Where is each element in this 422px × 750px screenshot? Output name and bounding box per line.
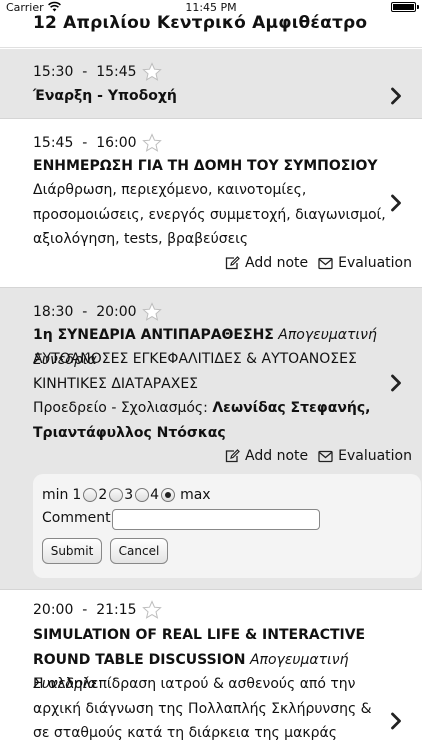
evaluation-form: min 1 2 3 4 max Comment: Submit Cancel	[33, 474, 421, 578]
comment-input[interactable]	[112, 509, 320, 530]
battery-icon	[391, 2, 419, 12]
session-time-row: 18:30 - 20:00	[33, 302, 162, 322]
header: 12 Απριλίου Κεντρικό Αμφιθέατρο	[0, 13, 422, 48]
session-item[interactable]: 15:30 - 15:45 Έναρξη - Υποδοχή	[0, 49, 422, 119]
edit-note-icon	[225, 449, 240, 463]
rating-min-label: min	[42, 487, 69, 503]
rating-option-2-label: 2	[98, 487, 108, 503]
evaluation-label: Evaluation	[338, 448, 412, 464]
rating-option-3-label: 3	[124, 487, 134, 503]
star-outline-icon[interactable]	[141, 62, 162, 82]
add-note-label: Add note	[245, 255, 309, 271]
status-bar: Carrier 11:45 PM	[0, 0, 422, 14]
edit-note-icon	[225, 256, 240, 270]
envelope-icon	[318, 450, 333, 462]
rating-radio-4[interactable]	[161, 488, 176, 502]
add-note-label: Add note	[245, 448, 309, 464]
cancel-button[interactable]: Cancel	[110, 538, 168, 564]
evaluation-button[interactable]: Evaluation	[318, 448, 412, 464]
session-time: 15:30 - 15:45	[33, 64, 137, 80]
session-time-row: 20:00 - 21:15	[33, 600, 162, 620]
rating-radio-2[interactable]	[109, 488, 124, 502]
session-time: 18:30 - 20:00	[33, 304, 137, 320]
session-chairs: Προεδρείο - Σχολιασμός: Λεωνίδας Στεφανή…	[33, 396, 392, 445]
session-time-row: 15:30 - 15:45	[33, 62, 162, 82]
rating-option-1-label: 1	[72, 487, 82, 503]
comment-label: Comment:	[42, 510, 116, 526]
submit-button[interactable]: Submit	[42, 538, 102, 564]
star-outline-icon[interactable]	[141, 600, 162, 620]
session-item[interactable]: 15:45 - 16:00 ΕΝΗΜΕΡΩΣΗ ΓΙΑ ΤΗ ΔΟΜΗ ΤΟΥ …	[0, 119, 422, 288]
add-note-button[interactable]: Add note	[225, 448, 308, 464]
rating-radio-1[interactable]	[83, 488, 98, 502]
star-outline-icon[interactable]	[141, 302, 162, 322]
page-title: 12 Απριλίου Κεντρικό Αμφιθέατρο	[33, 13, 368, 33]
chevron-right-icon[interactable]	[390, 374, 402, 392]
session-item[interactable]: 18:30 - 20:00 1η ΣΥΝΕΔΡΙΑ ΑΝΤΙΠΑΡΑΘΕΣΗΣ …	[0, 288, 422, 590]
chevron-right-icon[interactable]	[390, 712, 402, 730]
rating-max-label: max	[180, 487, 211, 503]
evaluation-label: Evaluation	[338, 255, 412, 271]
session-time: 15:45 - 16:00	[33, 135, 137, 151]
evaluation-button[interactable]: Evaluation	[318, 255, 412, 271]
session-title: 1η ΣΥΝΕΔΡΙΑ ΑΝΤΙΠΑΡΑΘΕΣΗΣ	[33, 327, 274, 343]
session-title: ΕΝΗΜΕΡΩΣΗ ΓΙΑ ΤΗ ΔΟΜΗ ΤΟΥ ΣΥΜΠΟΣΙΟΥ	[33, 158, 378, 174]
envelope-icon	[318, 257, 333, 269]
chair-label: Προεδρείο - Σχολιασμός:	[33, 400, 208, 416]
session-item[interactable]: 20:00 - 21:15 SIMULATION OF REAL LIFE & …	[0, 590, 422, 750]
chevron-right-icon[interactable]	[390, 194, 402, 212]
star-outline-icon[interactable]	[141, 133, 162, 153]
session-topic: ΑΥΤΟΑΝΟΣΕΣ ΕΓΚΕΦΑΛΙΤΙΔΕΣ & ΑΥΤΟΑΝΟΣΕΣ ΚΙ…	[33, 351, 357, 392]
session-actions: Add note Evaluation	[215, 448, 412, 464]
session-title: Έναρξη - Υποδοχή	[33, 88, 177, 104]
chevron-right-icon[interactable]	[390, 87, 402, 105]
session-description: Διάρθρωση, περιεχόμενο, καινοτομίες, προ…	[33, 182, 386, 247]
rating-scale: min 1 2 3 4 max	[42, 487, 211, 503]
add-note-button[interactable]: Add note	[225, 255, 308, 271]
rating-option-4-label: 4	[150, 487, 160, 503]
session-actions: Add note Evaluation	[215, 255, 412, 271]
session-description: Η αλληλεπίδραση ιατρού & ασθενούς από τη…	[33, 676, 372, 750]
rating-radio-3[interactable]	[135, 488, 150, 502]
session-time-row: 15:45 - 16:00	[33, 133, 162, 153]
session-time: 20:00 - 21:15	[33, 602, 137, 618]
